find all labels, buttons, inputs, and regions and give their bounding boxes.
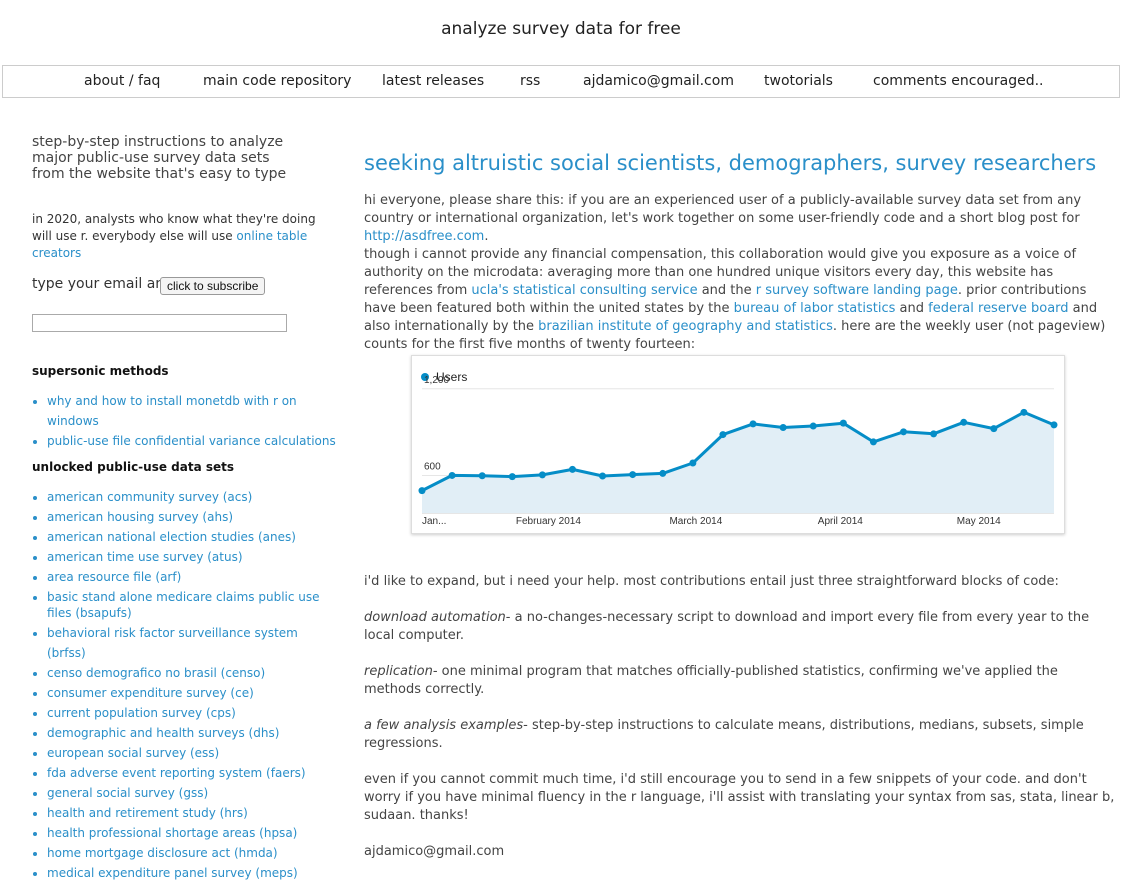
x-tick-label: May 2014 <box>957 516 1001 527</box>
list-item[interactable]: demographic and health surveys (dhs) <box>47 723 337 743</box>
data-point[interactable] <box>1050 421 1058 429</box>
data-point[interactable] <box>930 430 938 438</box>
post-block-download: download automation- a no-changes-necess… <box>364 609 1116 645</box>
tagline-line: major public-use survey data sets <box>32 150 270 166</box>
data-point[interactable] <box>719 431 727 439</box>
nav-comments-encouraged[interactable]: comments encouraged.. <box>873 73 1044 89</box>
list-item[interactable]: basic stand alone medicare claims public… <box>47 587 337 623</box>
list-item[interactable]: american housing survey (ahs) <box>47 507 337 527</box>
list-item[interactable]: american national election studies (anes… <box>47 527 337 547</box>
x-tick-label: March 2014 <box>669 516 722 527</box>
x-tick-label: April 2014 <box>818 516 863 527</box>
ucla-link[interactable]: ucla's statistical consulting service <box>471 283 697 298</box>
tagline-line: from the website that's easy to type <box>32 166 287 182</box>
x-tick-label: February 2014 <box>516 516 581 527</box>
list-item[interactable]: general social survey (gss) <box>47 783 337 803</box>
post-title[interactable]: seeking altruistic social scientists, de… <box>364 151 1096 175</box>
list-item[interactable]: consumer expenditure survey (ce) <box>47 683 337 703</box>
site-title[interactable]: analyze survey data for free <box>0 19 1122 39</box>
list-item[interactable]: why and how to install monetdb with r on… <box>47 391 337 431</box>
tagline-line: step-by-step instructions to analyze <box>32 134 284 150</box>
y-tick-label: 600 <box>424 461 441 472</box>
chart-canvas: Users 1,200600 Jan... February 2014 March … <box>418 370 1058 527</box>
bls-link[interactable]: bureau of labor statistics <box>734 301 896 316</box>
data-point[interactable] <box>478 472 486 480</box>
data-point[interactable] <box>659 469 667 477</box>
data-point[interactable] <box>568 465 576 473</box>
nav-latest-releases[interactable]: latest releases <box>382 73 484 89</box>
y-tick-label: 1,200 <box>424 375 449 386</box>
data-point[interactable] <box>1020 408 1028 416</box>
data-point[interactable] <box>689 459 697 467</box>
data-point[interactable] <box>448 471 456 479</box>
asdfree-link[interactable]: http://asdfree.com <box>364 229 484 244</box>
nav-twotorials[interactable]: twotorials <box>764 73 833 89</box>
list-item[interactable]: current population survey (cps) <box>47 703 337 723</box>
data-point[interactable] <box>508 473 516 481</box>
sidebar-tagline: step-by-step instructions to analyze maj… <box>32 134 286 182</box>
paragraph-text: and <box>895 301 929 316</box>
paragraph-text: and the <box>697 283 756 298</box>
data-point[interactable] <box>629 471 637 479</box>
list-item[interactable]: home mortgage disclosure act (hmda) <box>47 843 337 863</box>
list-item[interactable]: public-use file confidential variance ca… <box>47 431 337 451</box>
block-title: download automation <box>364 610 506 625</box>
data-point[interactable] <box>960 418 968 426</box>
list-item[interactable]: medical expenditure panel survey (meps) <box>47 863 337 883</box>
list-item[interactable]: american community survey (acs) <box>47 487 337 507</box>
nav-main-code-repository[interactable]: main code repository <box>203 73 351 89</box>
data-point[interactable] <box>809 422 817 430</box>
federal-reserve-link[interactable]: federal reserve board <box>928 301 1068 316</box>
supersonic-methods-heading: supersonic methods <box>32 364 169 378</box>
paragraph-text: . <box>484 229 489 244</box>
nav-about-faq[interactable]: about / faq <box>84 73 160 89</box>
block-title: replication <box>364 664 433 679</box>
data-point[interactable] <box>839 419 847 427</box>
data-point[interactable] <box>779 423 787 431</box>
r-survey-link[interactable]: r survey software landing page <box>756 283 958 298</box>
nav-bar: about / faq main code repository latest … <box>2 65 1120 98</box>
data-point[interactable] <box>538 471 546 479</box>
nav-email[interactable]: ajdamico@gmail.com <box>583 73 734 89</box>
list-item[interactable]: fda adverse event reporting system (faer… <box>47 763 337 783</box>
list-item[interactable]: health and retirement study (hrs) <box>47 803 337 823</box>
subscribe-label: type your email and <box>32 276 174 292</box>
weekly-users-chart: Users 1,200 600 Jan... February 2014 March … <box>411 355 1065 534</box>
list-item[interactable]: american time use survey (atus) <box>47 547 337 567</box>
block-text: - one minimal program that matches offic… <box>364 664 1058 697</box>
subscribe-button[interactable]: click to subscribe <box>160 277 266 295</box>
post-paragraph-compensation: though i cannot provide any financial co… <box>364 246 1116 354</box>
post-paragraph-expand: i'd like to expand, but i need your help… <box>364 574 1059 589</box>
list-item[interactable]: censo demografico no brasil (censo) <box>47 663 337 683</box>
post-paragraph-intro: hi everyone, please share this: if you a… <box>364 192 1116 246</box>
r-note: in 2020, analysts who know what they're … <box>32 211 322 262</box>
post-block-analysis: a few analysis examples- step-by-step in… <box>364 717 1116 753</box>
paragraph-text: hi everyone, please share this: if you a… <box>364 193 1082 226</box>
unlocked-data-sets-heading: unlocked public-use data sets <box>32 460 235 474</box>
post-paragraph-closing: even if you cannot commit much time, i'd… <box>364 772 1115 823</box>
supersonic-methods-list: why and how to install monetdb with r on… <box>32 391 337 451</box>
unlocked-data-sets-list: american community survey (acs) american… <box>32 487 337 883</box>
series-area <box>422 412 1054 513</box>
nav-rss[interactable]: rss <box>520 73 540 89</box>
list-item[interactable]: european social survey (ess) <box>47 743 337 763</box>
list-item[interactable]: area resource file (arf) <box>47 567 337 587</box>
email-input[interactable] <box>32 314 287 332</box>
data-point[interactable] <box>749 420 757 428</box>
data-point[interactable] <box>990 425 998 433</box>
x-tick-label: Jan... <box>422 516 446 527</box>
post-block-replication: replication- one minimal program that ma… <box>364 663 1116 699</box>
data-point[interactable] <box>900 428 908 436</box>
data-point[interactable] <box>599 472 607 480</box>
data-point[interactable] <box>869 438 877 446</box>
ibge-link[interactable]: brazilian institute of geography and sta… <box>538 319 833 334</box>
block-title: a few analysis examples <box>364 718 524 733</box>
list-item[interactable]: health professional shortage areas (hpsa… <box>47 823 337 843</box>
data-point[interactable] <box>418 487 426 495</box>
list-item[interactable]: behavioral risk factor surveillance syst… <box>47 623 337 663</box>
contact-email-link[interactable]: ajdamico@gmail.com <box>364 843 1116 861</box>
